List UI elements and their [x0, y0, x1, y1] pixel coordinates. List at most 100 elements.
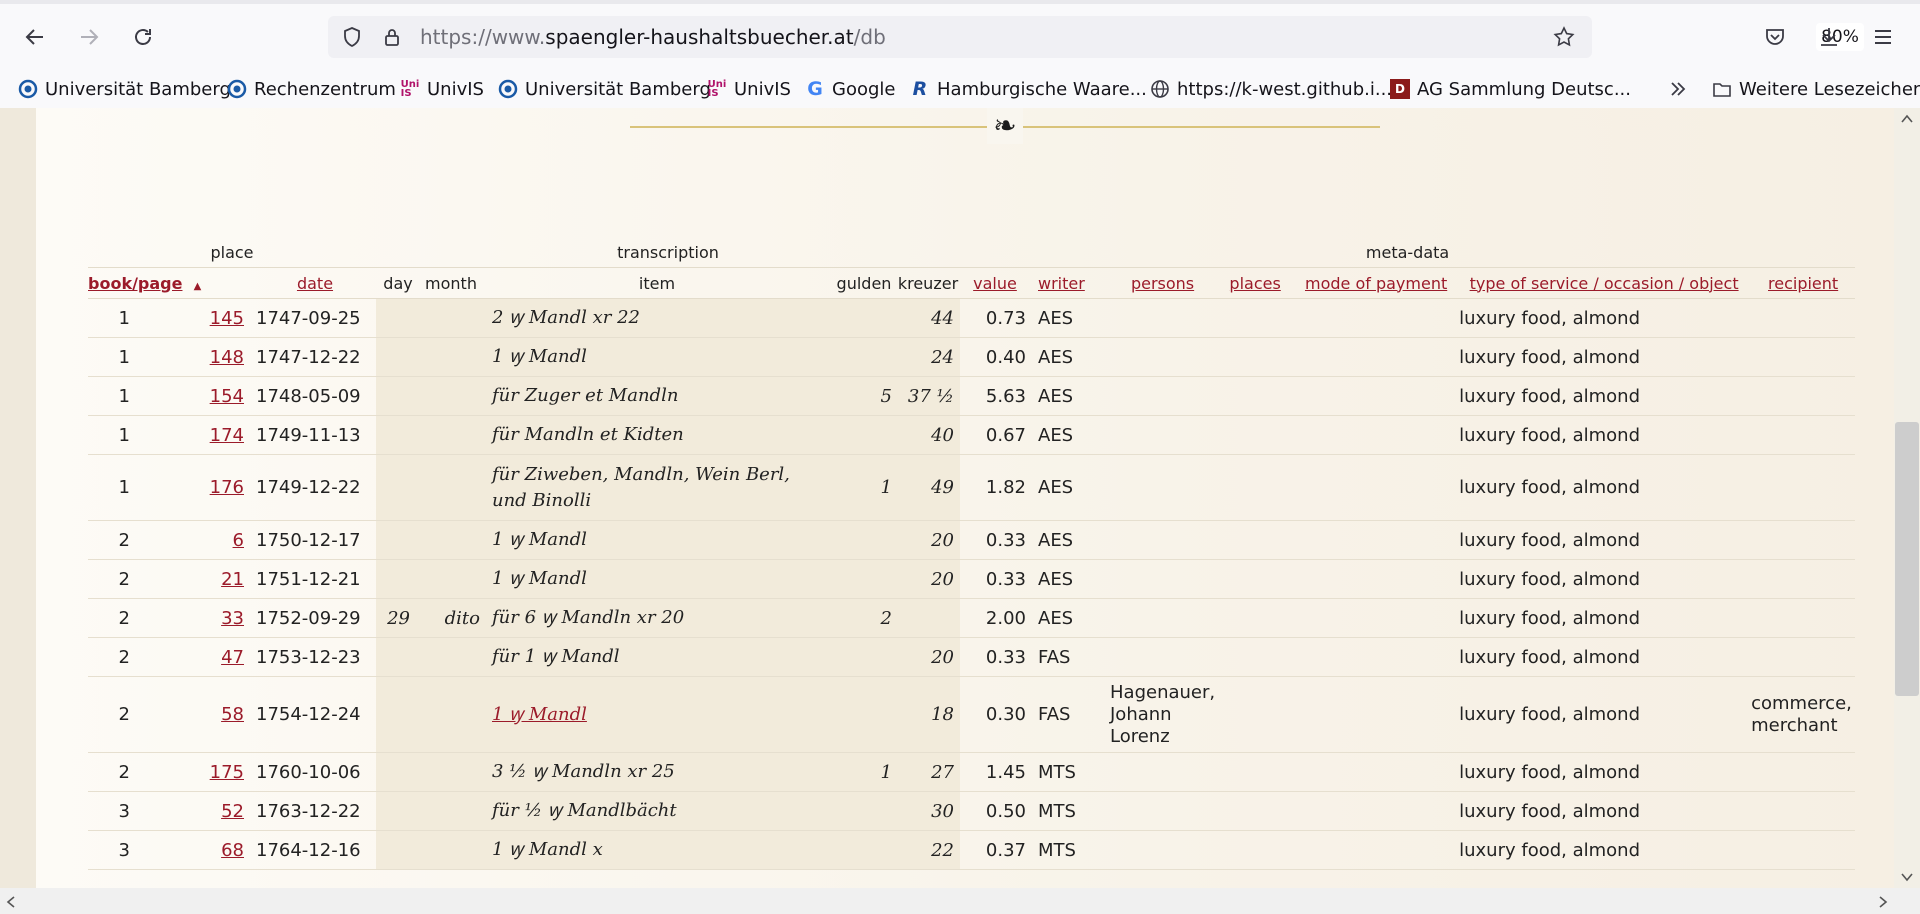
cell-page[interactable]: 33 [142, 598, 254, 638]
lock-icon[interactable] [380, 25, 404, 49]
cell-page[interactable]: 6 [142, 520, 254, 560]
page-link[interactable]: 21 [221, 569, 244, 590]
sort-value[interactable]: value [960, 267, 1030, 299]
sort-date[interactable]: date [254, 267, 376, 299]
bookmark-hamburgische[interactable]: R Hamburgische Waare... [910, 75, 1147, 103]
cell-date: 1753-12-23 [254, 637, 376, 677]
cell-writer: MTS [1030, 752, 1110, 792]
back-button[interactable] [18, 20, 52, 54]
page-link[interactable]: 58 [221, 704, 244, 725]
page-link[interactable]: 176 [210, 477, 244, 498]
cell-value: 0.40 [960, 337, 1030, 377]
bookmarks-overflow-button[interactable] [1668, 75, 1695, 103]
cell-kreuzer: 37 ½ [896, 376, 960, 416]
cell-page[interactable]: 52 [142, 791, 254, 831]
bookmark-ag-sammlung[interactable]: D AG Sammlung Deutsc... [1390, 75, 1631, 103]
cell-value: 0.30 [960, 676, 1030, 753]
page-link[interactable]: 33 [221, 608, 244, 629]
page-link[interactable]: 68 [221, 840, 244, 861]
header-recipient[interactable]: recipient [1768, 274, 1838, 293]
bookmark-google[interactable]: G Google [805, 75, 895, 103]
item-link[interactable]: 1 ꝡ Mandl [492, 704, 587, 725]
cell-page[interactable]: 145 [142, 298, 254, 338]
cell-day [376, 298, 420, 338]
page-link[interactable]: 154 [210, 386, 244, 407]
sort-persons[interactable]: persons [1110, 267, 1216, 299]
table-row: 1 148 1747-12-22 1 ꝡ Mandl 24 0.40 AES luxury f… [88, 337, 1856, 377]
page-link[interactable]: 52 [221, 801, 244, 822]
cell-page[interactable]: 154 [142, 376, 254, 416]
cell-type: luxury food, almond [1457, 598, 1752, 638]
header-value[interactable]: value [973, 274, 1017, 293]
bookmark-uni-bamberg[interactable]: Universität Bamberg [18, 75, 231, 103]
cell-page[interactable]: 58 [142, 676, 254, 753]
header-month: month [420, 267, 482, 299]
header-persons[interactable]: persons [1131, 274, 1194, 293]
page-link[interactable]: 145 [210, 308, 244, 329]
page-link[interactable]: 47 [221, 647, 244, 668]
cell-item: für 6 ꝡ Mandln xr 20 [482, 598, 832, 638]
cell-value: 0.73 [960, 298, 1030, 338]
horizontal-scrollbar[interactable] [0, 888, 1920, 914]
pocket-button[interactable] [1758, 20, 1792, 54]
univis-icon: Uni IS [707, 79, 727, 99]
cell-date: 1747-12-22 [254, 337, 376, 377]
reload-button[interactable] [126, 20, 160, 54]
url-bar[interactable]: https://www.spaengler-haushaltsbuecher.a… [328, 16, 1864, 58]
menu-button[interactable] [1866, 20, 1900, 54]
bookmark-rechenzentrum[interactable]: Rechenzentrum [227, 75, 396, 103]
cell-places [1215, 752, 1296, 792]
cell-page[interactable]: 68 [142, 830, 254, 870]
sort-mode-of-payment[interactable]: mode of payment [1295, 267, 1458, 299]
header-mode-of-payment[interactable]: mode of payment [1305, 274, 1447, 293]
cell-book: 2 [88, 752, 142, 792]
shield-icon[interactable] [340, 25, 364, 49]
sort-places[interactable]: places [1215, 267, 1296, 299]
cell-page[interactable]: 175 [142, 752, 254, 792]
page-link[interactable]: 148 [210, 347, 244, 368]
cell-mode-of-payment [1295, 830, 1458, 870]
cell-page[interactable]: 148 [142, 337, 254, 377]
cell-page[interactable]: 176 [142, 454, 254, 521]
sort-writer[interactable]: writer [1030, 267, 1110, 299]
cell-gulden [832, 637, 896, 677]
table-row: 1 174 1749-11-13 für Mandln et Kidten 40 0.67… [88, 415, 1856, 455]
star-icon[interactable] [1552, 25, 1576, 49]
group-transcription: transcription [617, 242, 719, 262]
cell-writer: MTS [1030, 791, 1110, 831]
bookmark-univis[interactable]: Uni IS UnivIS [400, 75, 484, 103]
header-book-page[interactable]: book/page [88, 274, 182, 293]
page-link[interactable]: 6 [233, 530, 244, 551]
cell-mode-of-payment [1295, 559, 1458, 599]
cell-item: für Mandln et Kidten [482, 415, 832, 455]
cell-item: für ½ ꝡ Mandlbächt [482, 791, 832, 831]
sort-type[interactable]: type of service / occasion / object [1457, 267, 1752, 299]
bookmark-univis-2[interactable]: Uni IS UnivIS [707, 75, 791, 103]
bookmark-weitere[interactable]: Weitere Lesezeichen [1712, 75, 1920, 103]
forward-button[interactable] [72, 20, 106, 54]
sort-recipient[interactable]: recipient [1751, 267, 1856, 299]
sort-book-page[interactable]: book/page ▲ [88, 267, 254, 299]
cell-page[interactable]: 47 [142, 637, 254, 677]
bamberg-icon [227, 79, 247, 99]
bookmark-uni-bamberg-2[interactable]: Universität Bamberg [498, 75, 711, 103]
header-places[interactable]: places [1229, 274, 1280, 293]
cell-item: 2 ꝡ Mandl xr 22 [482, 298, 832, 338]
cell-item[interactable]: 1 ꝡ Mandl [482, 676, 832, 753]
cell-page[interactable]: 21 [142, 559, 254, 599]
bookmark-k-west[interactable]: https://k-west.github.i... [1150, 75, 1392, 103]
table-row: 2 175 1760-10-06 3 ½ ꝡ Mandln xr 25 1 27 1.45 M… [88, 752, 1856, 792]
cell-date: 1764-12-16 [254, 830, 376, 870]
header-date[interactable]: date [297, 274, 333, 293]
cell-value: 0.33 [960, 520, 1030, 560]
cell-type: luxury food, almond [1457, 752, 1752, 792]
scrollbar-thumb[interactable] [1895, 422, 1919, 696]
cell-persons [1110, 559, 1216, 599]
header-writer[interactable]: writer [1038, 274, 1085, 293]
page-link[interactable]: 175 [210, 762, 244, 783]
page-link[interactable]: 174 [210, 425, 244, 446]
url-text[interactable]: https://www.spaengler-haushaltsbuecher.a… [420, 25, 886, 49]
header-type[interactable]: type of service / occasion / object [1470, 274, 1739, 293]
cell-page[interactable]: 174 [142, 415, 254, 455]
downloads-button[interactable] [1812, 20, 1846, 54]
